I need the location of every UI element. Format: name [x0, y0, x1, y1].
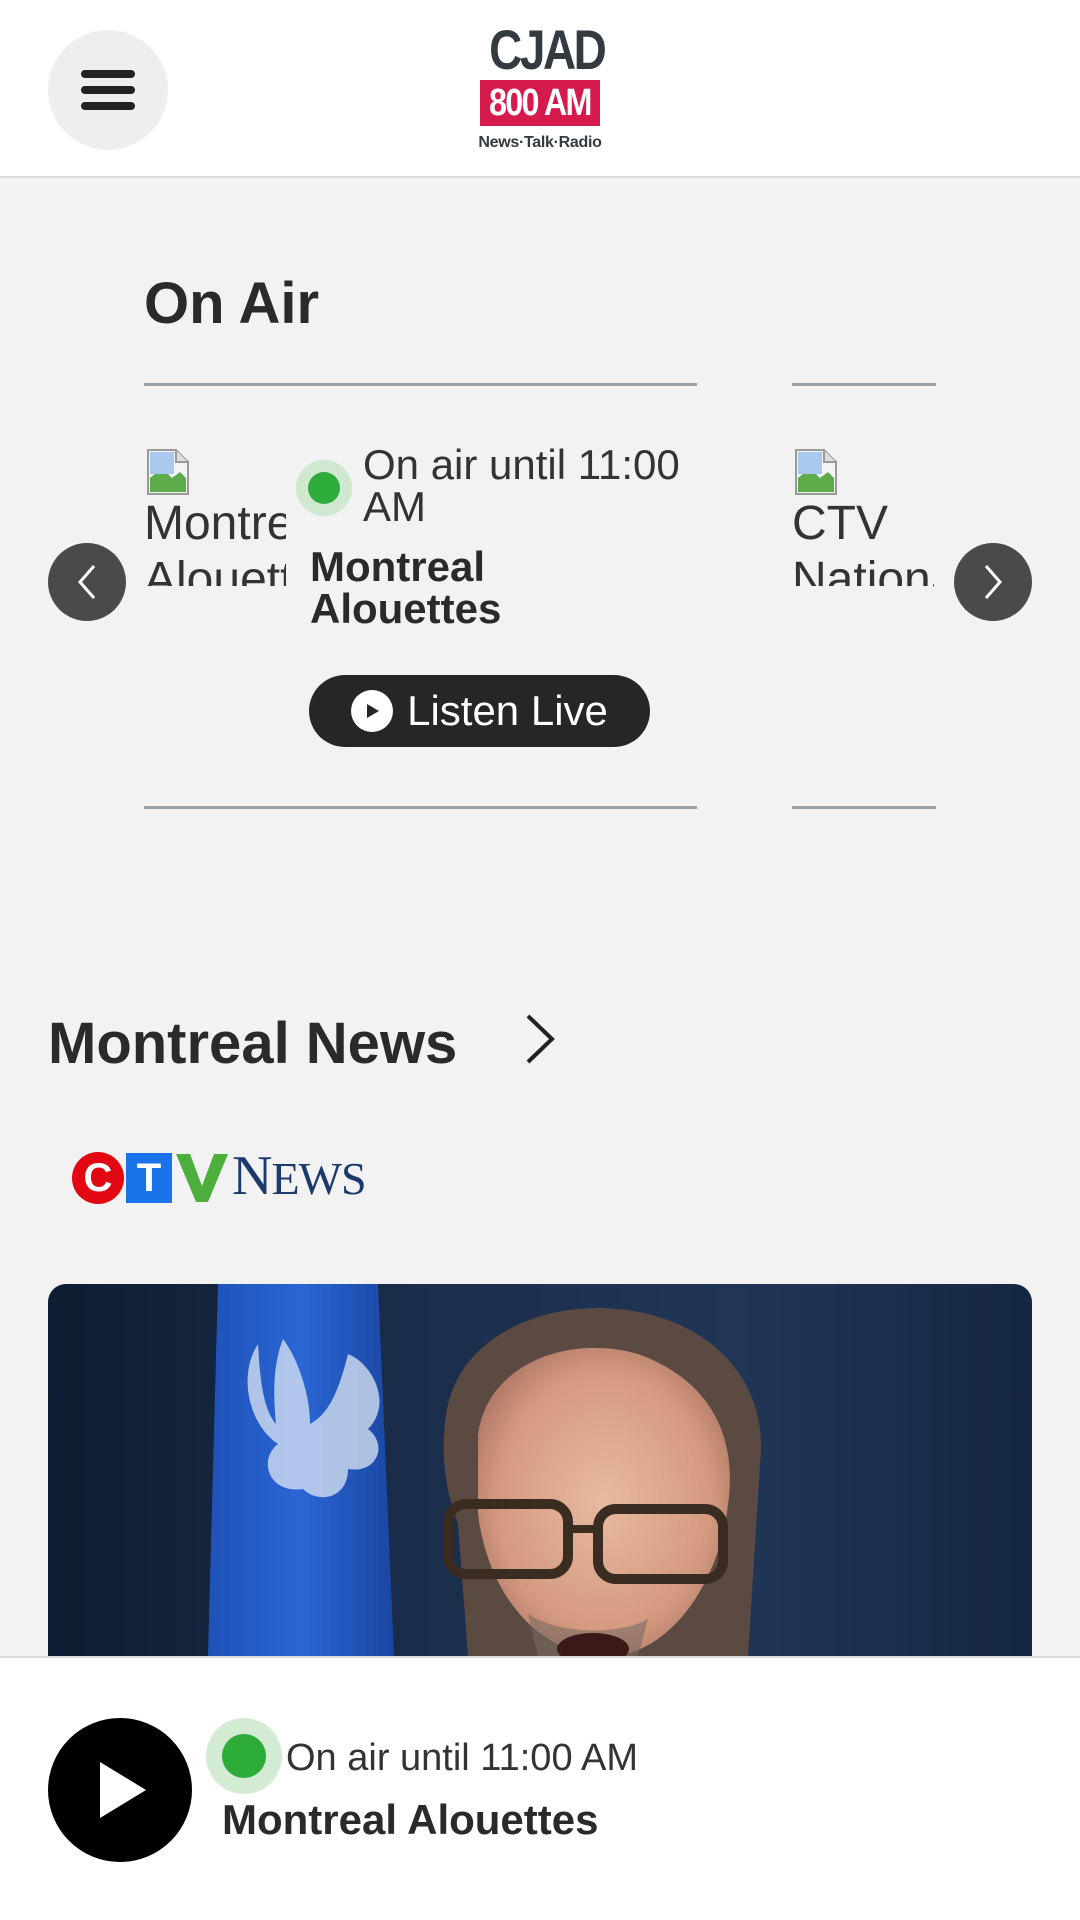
chevron-right-icon	[984, 565, 1002, 599]
logo-tagline: News·Talk·Radio	[478, 134, 602, 151]
menu-button[interactable]	[48, 30, 168, 150]
live-dot-halo	[296, 460, 352, 516]
player-play-button[interactable]	[48, 1718, 192, 1862]
play-icon	[351, 690, 394, 732]
card-divider-bottom-next	[792, 806, 936, 809]
player-on-air-until-text: On air until 11:00 AM	[286, 1737, 639, 1779]
show-image-ctv-national[interactable]: CTV National	[792, 448, 934, 586]
hamburger-icon-bar	[81, 86, 135, 94]
site-header: CJAD 800 AM News·Talk·Radio	[0, 0, 1080, 178]
card-divider-top-next	[792, 383, 936, 386]
carousel-next-button[interactable]	[954, 543, 1032, 621]
live-dot-halo	[206, 1718, 282, 1794]
news-story-image[interactable]	[48, 1284, 1032, 1656]
mini-player: On air until 11:00 AM Montreal Alouettes	[0, 1656, 1080, 1920]
on-air-heading: On Air	[144, 271, 320, 336]
carousel-prev-button[interactable]	[48, 543, 126, 621]
broken-image-icon	[147, 449, 189, 495]
live-dot-icon	[222, 1734, 266, 1778]
montreal-news-heading[interactable]: Montreal News	[48, 1010, 457, 1077]
ctv-logo-c: C	[72, 1151, 124, 1204]
ctv-logo-t: T	[126, 1152, 172, 1203]
ctv-news-logo: C T NEWS	[72, 1145, 367, 1207]
player-show-title[interactable]: Montreal Alouettes	[222, 1798, 598, 1842]
live-dot-icon	[308, 472, 340, 504]
live-indicator	[296, 446, 352, 516]
hamburger-icon-bar	[81, 70, 135, 78]
broken-image-icon	[795, 449, 837, 495]
ctv-logo-v	[176, 1153, 228, 1202]
play-icon	[100, 1762, 146, 1818]
cjad-logo[interactable]: CJAD 800 AM News·Talk·Radio	[478, 18, 607, 156]
show-image-montreal-alouettes: Montreal Alouettes	[144, 448, 286, 586]
show-title[interactable]: Montreal Alouettes	[310, 546, 670, 630]
card-divider-top	[144, 383, 697, 386]
chevron-right-icon[interactable]	[520, 1010, 560, 1068]
on-air-until-text: On air until 11:00 AM	[363, 441, 680, 530]
hamburger-icon-bar	[81, 102, 135, 110]
ctv-logo-news: NEWS	[232, 1145, 367, 1207]
card-divider-bottom	[144, 806, 697, 809]
listen-live-button[interactable]: Listen Live	[309, 675, 650, 747]
logo-wordmark: CJAD	[489, 18, 607, 81]
logo-frequency: 800 AM	[480, 80, 600, 126]
chevron-left-icon	[78, 565, 96, 599]
listen-live-label: Listen Live	[407, 687, 608, 734]
news-photo-illustration	[208, 1284, 762, 1656]
